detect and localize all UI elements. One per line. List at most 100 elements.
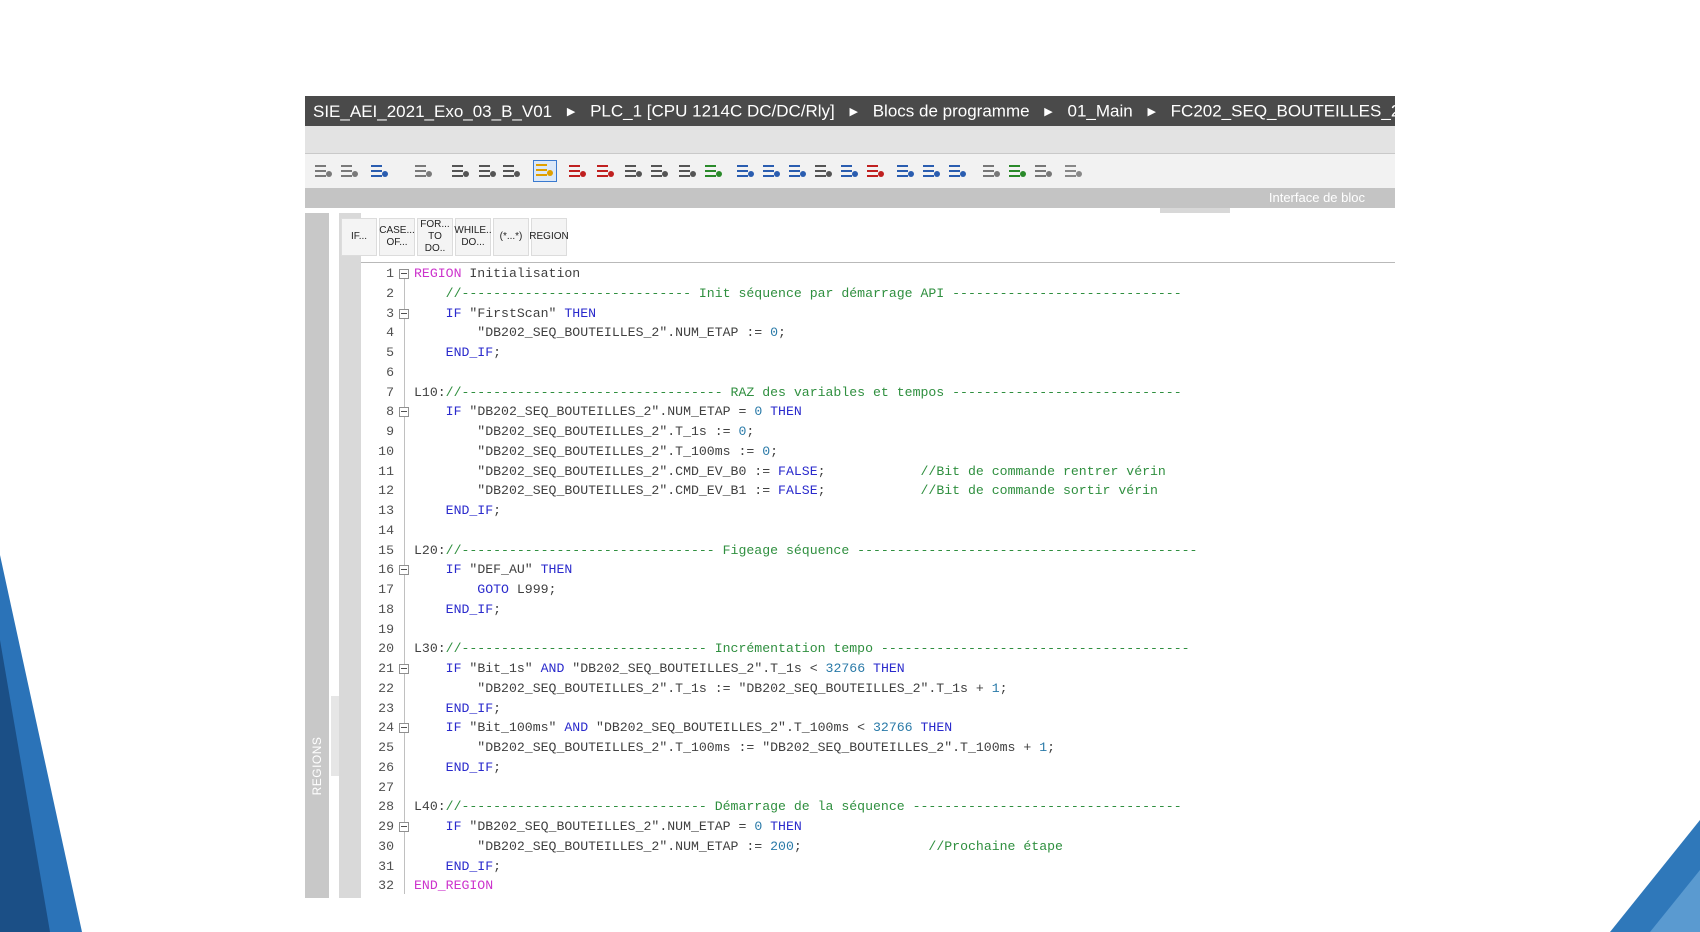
code-line[interactable]: 32 END_REGION: [361, 876, 1395, 896]
code-line[interactable]: 9 "DB202_SEQ_BOUTEILLES_2".T_1s := 0;: [361, 422, 1395, 442]
step-over-icon[interactable]: [649, 162, 669, 180]
download-icon[interactable]: [369, 162, 389, 180]
code-line[interactable]: 1 REGION Initialisation: [361, 264, 1395, 284]
line-number: 28: [378, 799, 394, 815]
code-line[interactable]: 25 "DB202_SEQ_BOUTEILLES_2".T_100ms := "…: [361, 738, 1395, 758]
favorite-icon[interactable]: [533, 160, 557, 182]
code-line[interactable]: 23 END_IF;: [361, 699, 1395, 719]
code-token: //--------------------------------- RAZ …: [445, 384, 1182, 400]
code-line[interactable]: 14: [361, 521, 1395, 541]
code-line[interactable]: 8 IF "DB202_SEQ_BOUTEILLES_2".NUM_ETAP =…: [361, 402, 1395, 422]
regions-panel[interactable]: REGIONS: [305, 213, 329, 898]
breadcrumb-block[interactable]: FC202_SEQ_BOUTEILLES_2 [FC202]: [1171, 102, 1395, 121]
code-token: ;: [793, 838, 929, 854]
block-interface-bar[interactable]: Interface de bloc: [305, 188, 1395, 208]
bookmark-icon[interactable]: [895, 162, 915, 180]
editor-header-bar: [305, 126, 1395, 154]
breadcrumb-folder[interactable]: 01_Main: [1068, 102, 1133, 121]
code-line[interactable]: 5 END_IF;: [361, 343, 1395, 363]
fold-toggle-icon[interactable]: [399, 269, 409, 279]
watch-icon[interactable]: [981, 162, 1001, 180]
code-line[interactable]: 19: [361, 620, 1395, 640]
line-number: 32: [378, 878, 394, 894]
list-icon[interactable]: [450, 162, 470, 180]
monitor-off-icon[interactable]: [1033, 162, 1053, 180]
compile-all-icon[interactable]: [339, 162, 359, 180]
code-token: "DB202_SEQ_BOUTEILLES_2".NUM_ETAP :=: [414, 838, 771, 854]
code-token: 200: [770, 838, 794, 854]
code-line[interactable]: 20 L30://------------------------------- …: [361, 639, 1395, 659]
code-line[interactable]: 18 END_IF;: [361, 600, 1395, 620]
code-line[interactable]: 11 "DB202_SEQ_BOUTEILLES_2".CMD_EV_B0 :=…: [361, 462, 1395, 482]
breadcrumb-separator-icon: ▶: [566, 105, 576, 118]
fold-toggle-icon[interactable]: [399, 664, 409, 674]
code-token: ;: [778, 325, 786, 341]
line-number: 12: [378, 483, 394, 499]
breakpoint-icon[interactable]: [567, 162, 587, 180]
snippet-comment-button[interactable]: (*...*): [493, 218, 529, 256]
compile-icon[interactable]: [313, 162, 333, 180]
breadcrumb-program-blocks[interactable]: Blocs de programme: [873, 102, 1030, 121]
code-line[interactable]: 15 L20://--------------------------------…: [361, 541, 1395, 561]
delete-breakpoint-icon[interactable]: [595, 162, 615, 180]
code-line[interactable]: 21 IF "Bit_1s" AND "DB202_SEQ_BOUTEILLES…: [361, 659, 1395, 679]
line-number: 2: [386, 285, 394, 301]
fold-toggle-icon[interactable]: [399, 565, 409, 576]
scl-code-editor[interactable]: 1 REGION Initialisation 2 //--------------…: [361, 264, 1395, 898]
code-token: THEN: [564, 305, 597, 321]
code-token: IF: [414, 720, 470, 736]
code-line[interactable]: 2 //----------------------------- Init s…: [361, 284, 1395, 304]
comment-icon[interactable]: [839, 162, 859, 180]
code-line[interactable]: 28 L40://------------------------------- …: [361, 797, 1395, 817]
prev-bookmark-icon[interactable]: [921, 162, 941, 180]
code-line[interactable]: 4 "DB202_SEQ_BOUTEILLES_2".NUM_ETAP := 0…: [361, 323, 1395, 343]
interface-splitter-handle[interactable]: [1160, 208, 1230, 213]
code-line[interactable]: 27: [361, 778, 1395, 798]
code-line[interactable]: 3 IF "FirstScan" THEN: [361, 304, 1395, 324]
monitor-icon[interactable]: [413, 162, 433, 180]
regions-collapse-handle[interactable]: [331, 696, 339, 776]
fold-toggle-icon[interactable]: [399, 407, 409, 418]
code-token: "FirstScan": [469, 305, 565, 321]
code-line[interactable]: 26 END_IF;: [361, 758, 1395, 778]
code-line[interactable]: 31 END_IF;: [361, 857, 1395, 877]
snippet-if-button[interactable]: IF...: [341, 218, 377, 256]
monitor-on-icon[interactable]: [1007, 162, 1027, 180]
step-out-icon[interactable]: [677, 162, 697, 180]
fold-toggle-icon[interactable]: [399, 822, 409, 832]
code-line[interactable]: 29 IF "DB202_SEQ_BOUTEILLES_2".NUM_ETAP …: [361, 817, 1395, 837]
next-bookmark-icon[interactable]: [947, 162, 967, 180]
snippet-while-button[interactable]: WHILE.. DO...: [454, 218, 492, 256]
code-line[interactable]: 6: [361, 363, 1395, 383]
align-icon[interactable]: [813, 162, 833, 180]
snippet-region-button[interactable]: REGION: [529, 218, 569, 256]
code-line[interactable]: 12 "DB202_SEQ_BOUTEILLES_2".CMD_EV_B1 :=…: [361, 481, 1395, 501]
code-line[interactable]: 22 "DB202_SEQ_BOUTEILLES_2".T_1s := "DB2…: [361, 679, 1395, 699]
code-text: IF "Bit_100ms" AND "DB202_SEQ_BOUTEILLES…: [414, 718, 953, 738]
code-token: THEN: [770, 819, 802, 834]
fold-toggle-icon[interactable]: [399, 723, 409, 734]
code-text: "DB202_SEQ_BOUTEILLES_2".CMD_EV_B0 := FA…: [414, 462, 1166, 482]
code-line[interactable]: 24 IF "Bit_100ms" AND "DB202_SEQ_BOUTEIL…: [361, 718, 1395, 738]
fold-toggle-icon[interactable]: [399, 308, 409, 319]
outdent-icon[interactable]: [787, 162, 807, 180]
uncomment-icon[interactable]: [865, 162, 885, 180]
network-icon[interactable]: [477, 162, 497, 180]
code-line[interactable]: 7 L10://---------------------------------…: [361, 383, 1395, 403]
breadcrumb-project[interactable]: SIE_AEI_2021_Exo_03_B_V01: [313, 102, 552, 121]
indent-right-icon[interactable]: [761, 162, 781, 180]
insert-icon[interactable]: [501, 162, 521, 180]
code-line[interactable]: 10 "DB202_SEQ_BOUTEILLES_2".T_100ms := 0…: [361, 442, 1395, 462]
code-token: Initialisation: [461, 266, 581, 281]
snippet-case-button[interactable]: CASE... OF...: [379, 218, 415, 256]
step-icon[interactable]: [623, 162, 643, 180]
code-line[interactable]: 13 END_IF;: [361, 501, 1395, 521]
snippet-for-button[interactable]: FOR... TO DO..: [417, 218, 453, 256]
run-icon[interactable]: [703, 162, 723, 180]
code-line[interactable]: 30 "DB202_SEQ_BOUTEILLES_2".NUM_ETAP := …: [361, 837, 1395, 857]
db-icon[interactable]: [1063, 162, 1083, 180]
code-line[interactable]: 16 IF "DEF_AU" THEN: [361, 560, 1395, 580]
breadcrumb-plc[interactable]: PLC_1 [CPU 1214C DC/DC/Rly]: [590, 102, 835, 121]
code-line[interactable]: 17 GOTO L999;: [361, 580, 1395, 600]
indent-left-icon[interactable]: [735, 162, 755, 180]
